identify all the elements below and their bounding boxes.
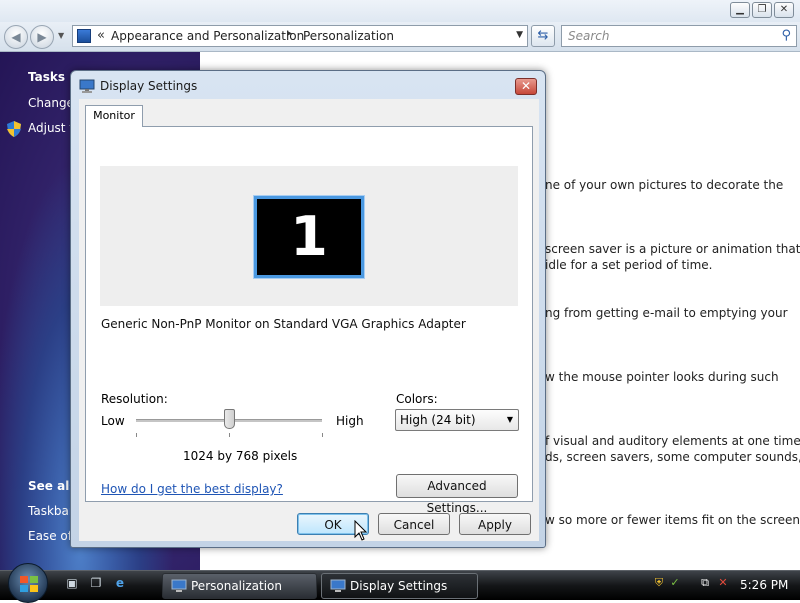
back-arrow-icon: ◀: [11, 30, 21, 44]
back-button[interactable]: ◀: [4, 25, 28, 49]
breadcrumb-separator-icon[interactable]: ▸: [287, 28, 292, 39]
control-panel-icon: [77, 29, 91, 43]
search-icon[interactable]: ⚲: [781, 28, 791, 43]
clock[interactable]: 5:26 PM: [740, 578, 788, 592]
monitor-arrangement-area: 1: [100, 166, 518, 306]
monitor-tab-panel: 1 Generic Non-PnP Monitor on Standard VG…: [85, 126, 533, 515]
colors-dropdown[interactable]: High (24 bit) ▼: [395, 409, 519, 431]
monitor-description: Generic Non-PnP Monitor on Standard VGA …: [101, 317, 466, 331]
breadcrumb-appearance[interactable]: Appearance and Personalization: [111, 29, 304, 43]
content-line: screen saver is a picture or animation t…: [545, 242, 800, 256]
best-display-help-link[interactable]: How do I get the best display?: [101, 482, 283, 496]
task-link-adjust[interactable]: Adjust f: [28, 121, 74, 135]
forward-button[interactable]: ▶: [30, 25, 54, 49]
resolution-label: Resolution:: [101, 392, 168, 406]
refresh-icon: ⇆: [537, 28, 549, 43]
slider-tick: [136, 433, 137, 437]
mouse-pointer-icon: [354, 520, 368, 541]
resolution-low-label: Low: [101, 414, 125, 428]
content-line: idle for a set period of time.: [545, 258, 713, 272]
forward-arrow-icon: ▶: [37, 30, 47, 44]
recent-pages-dropdown[interactable]: ▼: [58, 31, 64, 40]
colors-selected-value: High (24 bit): [400, 413, 476, 427]
breadcrumb-personalization[interactable]: Personalization: [303, 29, 394, 43]
advanced-settings-button[interactable]: Advanced Settings...: [396, 474, 518, 515]
colors-label: Colors:: [396, 392, 438, 406]
content-line: ds, screen savers, some computer sounds,…: [545, 450, 800, 464]
content-line: ng from getting e-mail to emptying your: [545, 306, 788, 320]
chevron-down-icon: ▼: [506, 415, 513, 424]
dialog-title: Display Settings: [100, 79, 198, 93]
cancel-button[interactable]: Cancel: [378, 513, 450, 535]
window-title-bar: ▁ ❐ ✕: [0, 0, 800, 22]
system-tray: ⛨ ✓ ⧉ ✕ 5:26 PM: [648, 572, 800, 600]
display-settings-dialog: Display Settings ✕ Monitor 1 Generic Non…: [70, 70, 546, 548]
taskbar-item-label: Display Settings: [350, 579, 448, 593]
volume-muted-icon[interactable]: ✕: [716, 576, 730, 592]
content-line: ne of your own pictures to decorate the: [545, 178, 784, 192]
content-line: w so more or fewer items fit on the scre…: [545, 513, 800, 527]
dialog-body: Monitor 1 Generic Non-PnP Monitor on Sta…: [79, 99, 539, 541]
windows-logo-icon: [20, 576, 38, 592]
quick-launch-ie-icon[interactable]: e: [112, 576, 128, 592]
slider-tick: [322, 433, 323, 437]
resolution-slider-thumb[interactable]: [223, 409, 235, 429]
resolution-high-label: High: [336, 414, 364, 428]
slider-tick: [229, 433, 230, 437]
minimize-button[interactable]: ▁: [730, 2, 750, 18]
taskbar-item-display-settings[interactable]: Display Settings: [321, 573, 478, 599]
window-controls: ▁ ❐ ✕: [730, 2, 794, 18]
dialog-close-button[interactable]: ✕: [515, 78, 537, 95]
see-also-link-taskbar[interactable]: Taskbar: [28, 504, 74, 518]
taskbar-item-label: Personalization: [191, 579, 282, 593]
address-dropdown-icon[interactable]: ▼: [516, 30, 523, 40]
maximize-button[interactable]: ❐: [752, 2, 772, 18]
display-settings-icon: [79, 79, 95, 93]
quick-launch-switch-windows-icon[interactable]: ❐: [88, 576, 104, 592]
start-button[interactable]: [8, 563, 48, 603]
content-line: w the mouse pointer looks during such: [545, 370, 779, 384]
security-check-icon[interactable]: ✓: [668, 576, 682, 592]
tasks-heading: Tasks: [28, 70, 66, 84]
taskbar-item-personalization[interactable]: Personalization: [162, 573, 317, 599]
apply-button[interactable]: Apply: [459, 513, 531, 535]
resolution-value: 1024 by 768 pixels: [183, 449, 298, 463]
address-overflow-chevron[interactable]: «: [97, 28, 105, 43]
navigation-bar: ◀ ▶ ▼ « Appearance and Personalization ▸…: [0, 22, 800, 52]
refresh-button[interactable]: ⇆: [531, 25, 555, 47]
personalization-icon: [171, 579, 187, 592]
task-link-change[interactable]: Change: [28, 96, 74, 110]
close-window-button[interactable]: ✕: [774, 2, 794, 18]
search-box[interactable]: Search ⚲: [561, 25, 797, 47]
monitor-1-tile[interactable]: 1: [254, 196, 364, 278]
monitor-number: 1: [290, 205, 328, 268]
network-icon[interactable]: ⧉: [698, 576, 712, 592]
display-settings-icon: [330, 579, 346, 592]
uac-shield-icon: [7, 121, 21, 137]
tab-monitor[interactable]: Monitor: [85, 105, 143, 127]
address-bar[interactable]: « Appearance and Personalization ▸ Perso…: [72, 25, 528, 47]
quick-launch-show-desktop-icon[interactable]: ▣: [64, 576, 80, 592]
content-line: f visual and auditory elements at one ti…: [545, 434, 800, 448]
search-input[interactable]: Search: [568, 29, 610, 43]
security-shield-icon[interactable]: ⛨: [652, 576, 666, 592]
close-icon: ✕: [520, 79, 532, 93]
see-also-link-ease[interactable]: Ease of: [28, 529, 72, 543]
